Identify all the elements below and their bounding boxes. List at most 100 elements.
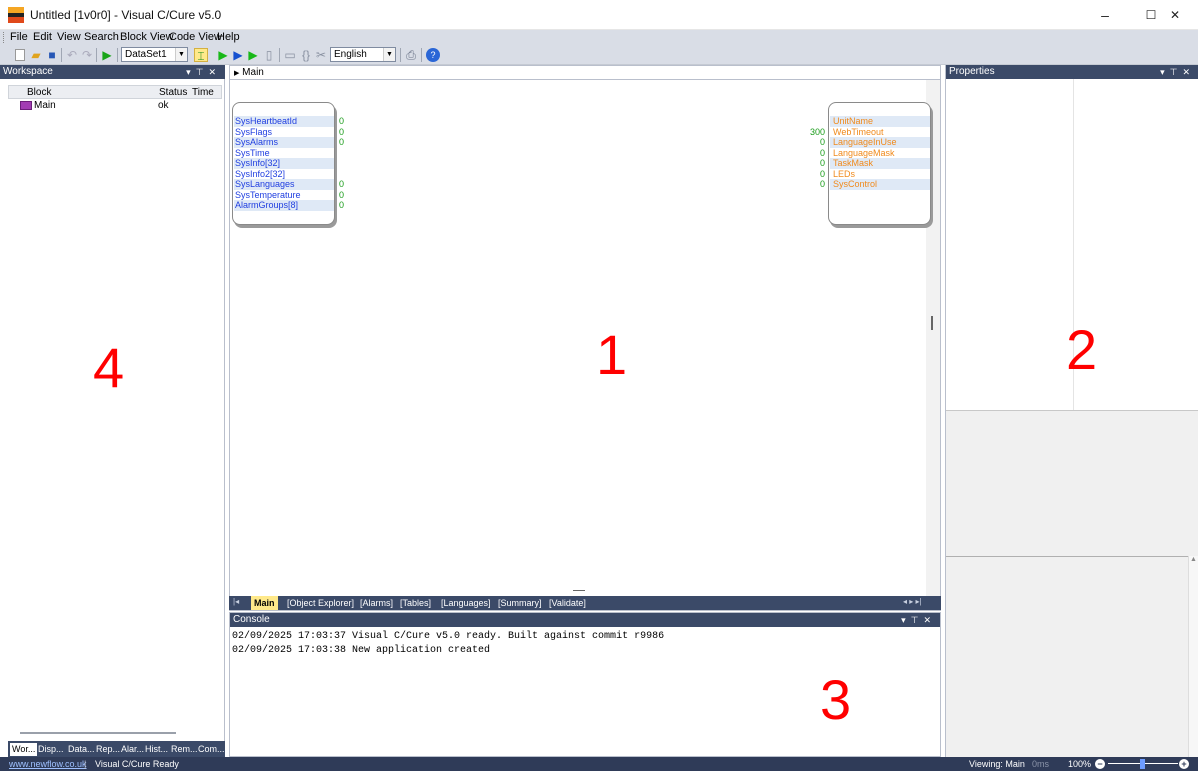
input-variable-row[interactable]: SysFlags 0: [234, 127, 344, 138]
tab-summary[interactable]: [Summary]: [495, 597, 545, 609]
tab-display[interactable]: Disp...: [36, 743, 66, 756]
console-header: Console ▾⊤✕: [230, 613, 940, 627]
menu-file[interactable]: File: [10, 31, 28, 43]
tab-comms[interactable]: Com...: [196, 743, 227, 756]
variable-value: 0: [819, 147, 825, 158]
output-variable-row[interactable]: LanguageMask 0: [820, 147, 930, 159]
console-line: 02/09/2025 17:03:37 Visual C/Cure v5.0 r…: [232, 631, 665, 642]
output-variable-row[interactable]: WebTimeout 300: [810, 126, 930, 138]
menu-search[interactable]: Search: [84, 31, 119, 43]
first-tab-icon[interactable]: |◂: [233, 597, 239, 606]
menu-bar: File Edit View Search Block View Code Vi…: [0, 30, 1198, 45]
properties-header: Properties ▾⊤✕: [946, 65, 1198, 79]
run-block-icon[interactable]: ▶: [100, 48, 114, 62]
dataset-select[interactable]: DataSet1 ▼: [121, 47, 188, 62]
status-ms: 0ms: [1032, 759, 1050, 769]
variable-value: 0: [339, 189, 345, 200]
variable-name: LEDs: [833, 168, 856, 179]
annotation-number: 3: [820, 668, 852, 731]
input-variable-row[interactable]: SysInfo[32]: [234, 158, 334, 169]
workspace-columns: Block Status Time: [8, 85, 222, 99]
vertical-scrollbar[interactable]: ▲: [1188, 556, 1198, 757]
play-icon[interactable]: ▶: [216, 48, 230, 62]
input-variable-row[interactable]: SysTemperature 0: [234, 190, 344, 201]
variable-name: WebTimeout: [833, 126, 884, 137]
output-variable-row[interactable]: UnitName: [830, 116, 930, 127]
split-handle[interactable]: [573, 590, 585, 591]
input-variable-row[interactable]: SysHeartbeatId 0: [234, 116, 344, 127]
zoom-in-icon[interactable]: +: [1179, 759, 1189, 769]
variables-icon[interactable]: {}: [299, 48, 313, 62]
column-status[interactable]: Status: [159, 87, 187, 98]
stop-icon[interactable]: ▯: [262, 48, 276, 62]
column-time[interactable]: Time: [192, 87, 214, 98]
menu-view[interactable]: View: [57, 31, 81, 43]
keyboard-icon[interactable]: ▭: [283, 48, 297, 62]
print-icon[interactable]: ⎙: [404, 48, 418, 62]
tab-reports[interactable]: Rep...: [94, 743, 122, 756]
new-file-icon[interactable]: [15, 49, 25, 61]
console-panel: Console ▾⊤✕ 02/09/2025 17:03:37 Visual C…: [229, 612, 941, 757]
input-variable-row[interactable]: SysLanguages 0: [234, 179, 344, 190]
input-variable-row[interactable]: SysTime: [234, 148, 334, 159]
tab-alarms[interactable]: Alar...: [119, 743, 146, 756]
output-variable-row[interactable]: LEDs 0: [820, 168, 930, 180]
column-block[interactable]: Block: [27, 87, 51, 98]
chevron-down-icon: ▼: [383, 48, 395, 61]
tab-data[interactable]: Data...: [66, 743, 97, 756]
menu-block-view[interactable]: Block View: [120, 31, 174, 43]
input-variable-row[interactable]: SysInfo2[32]: [234, 169, 334, 180]
tab-validate[interactable]: [Validate]: [546, 597, 589, 609]
system-inputs-block[interactable]: SysHeartbeatId 0 SysFlags 0 SysAlarms 0 SysTim…: [232, 102, 344, 225]
tools-icon[interactable]: ✂: [314, 48, 328, 62]
tab-history[interactable]: Hist...: [143, 743, 170, 756]
panel-controls[interactable]: ▾⊤✕: [901, 613, 936, 627]
variable-value: 0: [819, 168, 825, 179]
website-link[interactable]: www.newflow.co.uk: [9, 757, 87, 771]
output-variable-row[interactable]: TaskMask 0: [820, 158, 930, 169]
input-variable-row[interactable]: SysAlarms 0: [234, 137, 344, 148]
output-variable-row[interactable]: SysControl 0: [820, 179, 930, 190]
menu-edit[interactable]: Edit: [33, 31, 52, 43]
open-folder-icon[interactable]: ▰: [29, 48, 43, 62]
output-variable-row[interactable]: LanguageInUse 0: [820, 137, 930, 148]
variable-name: AlarmGroups[8]: [235, 200, 299, 210]
menu-code-view[interactable]: Code View: [169, 31, 222, 43]
redo-icon[interactable]: ↷: [80, 48, 94, 62]
breadcrumb-label[interactable]: Main: [242, 67, 264, 78]
save-icon[interactable]: ■: [45, 48, 59, 62]
tab-alarms[interactable]: [Alarms]: [357, 597, 396, 609]
variable-value: 300: [809, 126, 825, 137]
menu-help[interactable]: Help: [217, 31, 240, 43]
tab-tables[interactable]: [Tables]: [397, 597, 434, 609]
variable-name: LanguageMask: [833, 147, 895, 158]
zoom-slider-thumb[interactable]: [1140, 759, 1145, 769]
toolbar-separator: [117, 48, 118, 62]
properties-extra-area: [946, 556, 1198, 757]
horizontal-scrollbar[interactable]: [20, 732, 176, 734]
input-variable-row[interactable]: AlarmGroups[8] 0: [234, 200, 344, 211]
tab-workspace[interactable]: Wor...: [10, 743, 38, 756]
zoom-out-icon[interactable]: −: [1095, 759, 1105, 769]
system-outputs-block[interactable]: UnitName WebTimeout 300 LanguageInUse 0 Langu…: [810, 102, 931, 225]
tab-remote[interactable]: Rem...: [169, 743, 200, 756]
close-button[interactable]: ✕: [1152, 0, 1198, 30]
panel-controls[interactable]: ▾⊤✕: [186, 65, 221, 79]
panel-controls[interactable]: ▾⊤✕: [1160, 65, 1195, 79]
step-icon[interactable]: ▶: [231, 48, 245, 62]
tab-main[interactable]: Main: [251, 596, 278, 610]
help-icon[interactable]: ?: [426, 48, 440, 62]
row-status: ok: [158, 100, 169, 111]
language-select[interactable]: English ▼: [330, 47, 396, 62]
block-mode-icon[interactable]: ⌶: [194, 48, 208, 63]
app-icon: [8, 7, 24, 23]
minimize-button[interactable]: –: [1082, 0, 1128, 30]
undo-icon[interactable]: ↶: [65, 48, 79, 62]
tab-languages[interactable]: [Languages]: [438, 597, 494, 609]
tab-scroll-icon[interactable]: ◂ ▸ ▸|: [903, 597, 922, 606]
block-view[interactable]: ▶ Main SysHeartbeatId 0 SysFlags 0 SysAlarms…: [229, 65, 941, 611]
run-to-icon[interactable]: ▶: [246, 48, 260, 62]
annotation-number: 4: [93, 336, 125, 399]
workspace-row[interactable]: Main ok: [8, 100, 222, 112]
tab-object-explorer[interactable]: [Object Explorer]: [284, 597, 357, 609]
